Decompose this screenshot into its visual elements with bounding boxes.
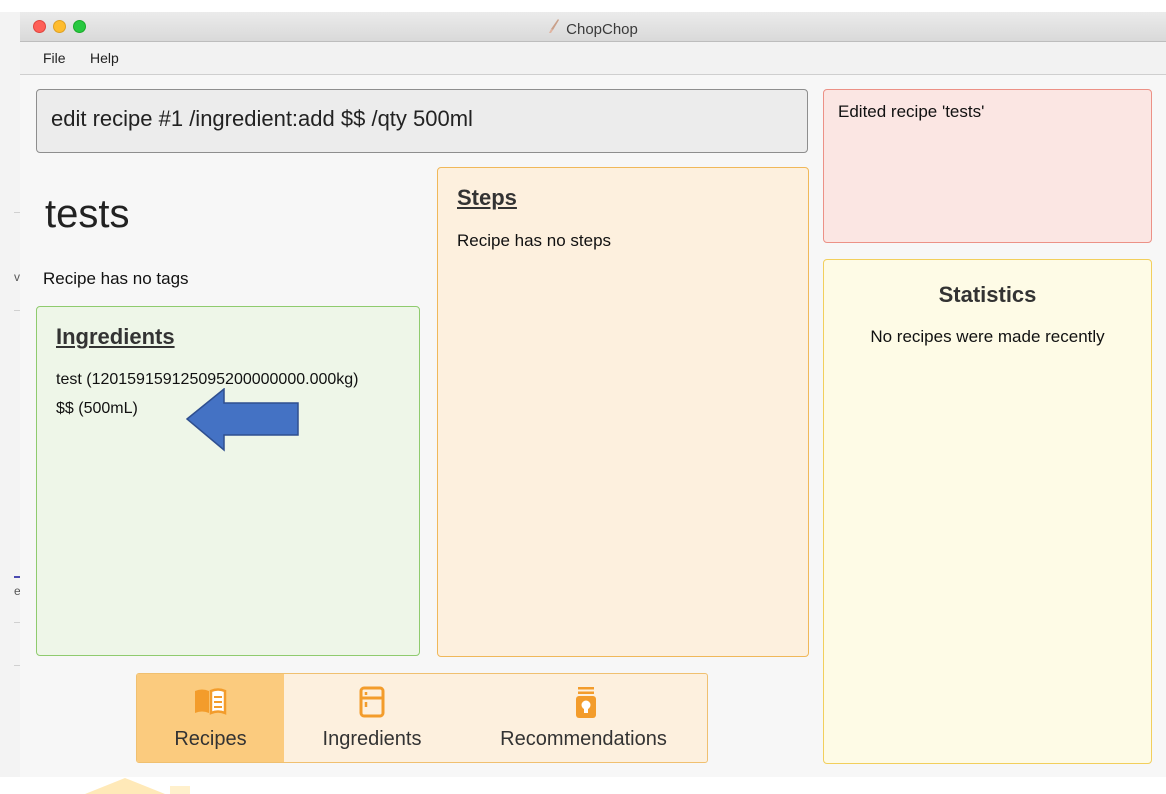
tab-ingredients[interactable]: Ingredients (284, 674, 460, 762)
ingredients-panel: Ingredients test (1201591591250952000000… (36, 306, 420, 656)
statistics-title: Statistics (938, 282, 1037, 307)
result-display: Edited recipe 'tests' (823, 89, 1152, 243)
book-icon (193, 686, 227, 721)
background-window-edge: v e (0, 12, 21, 777)
recipe-title: tests (45, 192, 130, 236)
tab-recipes-label: Recipes (174, 728, 247, 750)
command-input-text: edit recipe #1 /ingredient:add $$ /qty 5… (51, 106, 473, 131)
menu-bar: File Help (20, 42, 1166, 75)
statistics-empty-text: No recipes were made recently (870, 327, 1105, 346)
background-decoration-2 (170, 786, 190, 794)
steps-heading: Steps (457, 185, 517, 210)
window-title-text: ChopChop (566, 21, 638, 38)
title-bar: ChopChop (20, 12, 1166, 42)
tab-recipes[interactable]: Recipes (137, 674, 284, 762)
recipe-tags: Recipe has no tags (43, 269, 189, 288)
tab-ingredients-label: Ingredients (322, 728, 422, 750)
annotation-arrow-icon (186, 388, 299, 452)
tab-recommendations[interactable]: Recommendations (460, 674, 707, 762)
tab-bar: Recipes Ingredients Recommendations (136, 673, 708, 763)
ingredients-heading: Ingredients (56, 324, 175, 349)
knife-icon (548, 18, 560, 38)
window-title: ChopChop (20, 18, 1166, 38)
background-decoration (85, 778, 165, 794)
tab-recommendations-label: Recommendations (500, 728, 667, 750)
lightbulb-jar-icon (574, 686, 598, 725)
statistics-panel: Statistics No recipes were made recently (823, 259, 1152, 764)
menu-help[interactable]: Help (90, 50, 119, 66)
menu-file[interactable]: File (43, 50, 66, 66)
command-input[interactable]: edit recipe #1 /ingredient:add $$ /qty 5… (36, 89, 808, 153)
result-message: Edited recipe 'tests' (838, 102, 985, 121)
steps-empty-text: Recipe has no steps (457, 231, 612, 250)
steps-panel: Steps Recipe has no steps (437, 167, 809, 657)
fridge-icon (358, 686, 386, 723)
